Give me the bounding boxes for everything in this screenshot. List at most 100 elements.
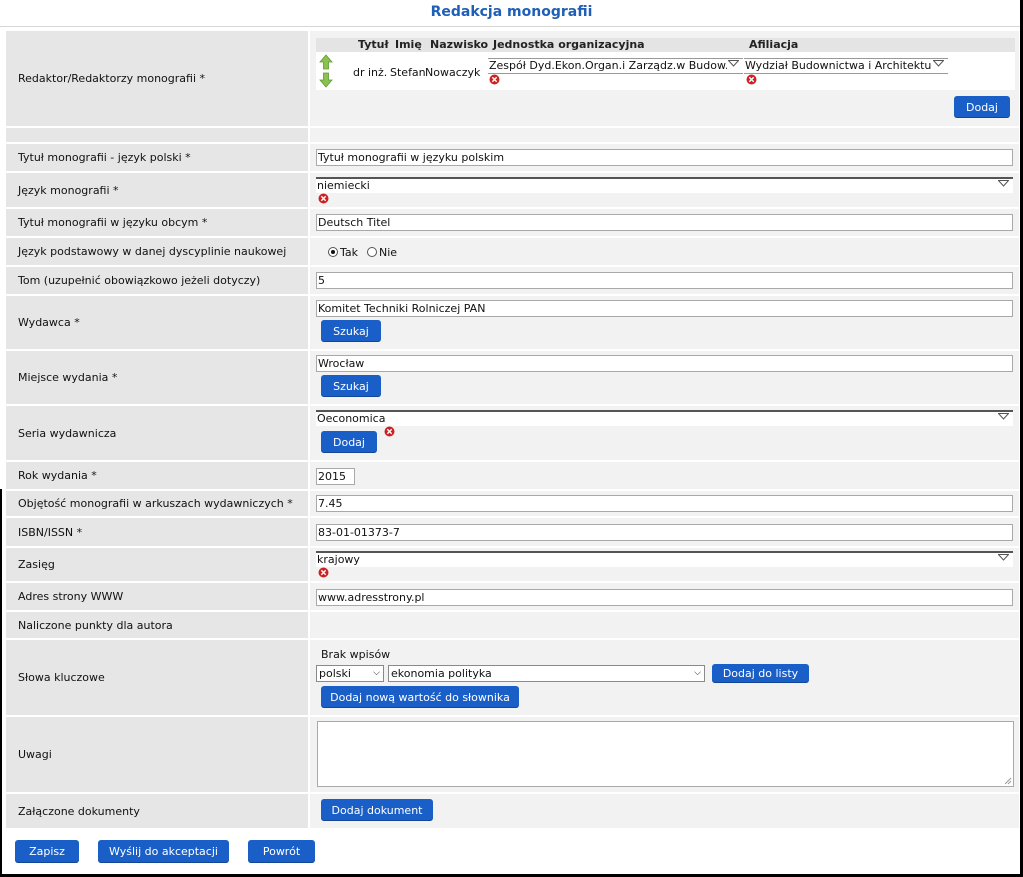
col-unit: Jednostka organizacyjna: [493, 38, 645, 51]
row-points: Naliczone punkty dla autora: [6, 612, 1019, 638]
notes-textarea[interactable]: [317, 721, 1014, 787]
row-scope: Zasięg krajowy: [6, 548, 1019, 581]
chevron-down-icon: ⌵: [694, 668, 701, 678]
send-for-approval-button[interactable]: Wyślij do akceptacji: [98, 840, 229, 863]
editor-last-name: Nowaczyk: [425, 66, 481, 79]
move-up-icon[interactable]: [319, 54, 333, 70]
value-cell: Tak Nie: [310, 238, 1019, 265]
language-value: niemiecki: [317, 179, 370, 192]
row-title-foreign: Tytuł monografii w języku obcym * Deutsc…: [6, 209, 1019, 236]
keyword-select[interactable]: ekonomia polityka ⌵: [388, 665, 705, 682]
language-select[interactable]: niemiecki: [316, 177, 1013, 193]
radio-yes[interactable]: [328, 247, 338, 257]
row-title-pl: Tytuł monografii - język polski * Tytuł …: [6, 144, 1019, 171]
label-attachments: Załączone dokumenty: [6, 794, 308, 828]
col-last-name: Nazwisko: [430, 38, 489, 51]
value-cell: Tytuł monografii w języku polskim: [310, 144, 1019, 171]
remove-unit-icon[interactable]: [489, 74, 500, 85]
volume-sheets-input[interactable]: 7.45: [316, 495, 1013, 512]
value-cell: krajowy: [310, 548, 1019, 581]
save-button[interactable]: Zapisz: [15, 840, 79, 863]
label-series: Seria wydawnicza: [6, 406, 308, 460]
label-publisher: Wydawca *: [6, 296, 308, 349]
row-isbn: ISBN/ISSN * 83-01-01373-7: [6, 518, 1019, 546]
label-volume: Tom (uzupełnić obowiązkowo jeżeli dotycz…: [6, 267, 308, 294]
col-title: Tytuł: [358, 38, 389, 51]
back-button[interactable]: Powrót: [248, 840, 315, 863]
search-publisher-button[interactable]: Szukaj: [321, 320, 381, 342]
title-divider: [0, 26, 1020, 27]
chevron-down-icon: [998, 554, 1009, 561]
value-cell: Komitet Techniki Rolniczej PAN Szukaj: [310, 296, 1019, 349]
editor-affiliation-value: Wydział Budownictwa i Architektury: [745, 59, 931, 72]
chevron-down-icon: [933, 60, 944, 67]
chevron-down-icon: [998, 180, 1009, 187]
editor-first-name: Stefan: [390, 66, 426, 79]
page-title: Redakcja monografii: [430, 4, 593, 20]
editor-affiliation-select[interactable]: Wydział Budownictwa i Architektury: [744, 58, 948, 74]
label-editors: Redaktor/Redaktorzy monografii *: [6, 31, 308, 126]
value-cell: Oeconomica Dodaj: [310, 406, 1019, 460]
volume-input[interactable]: 5: [316, 272, 1013, 289]
label-notes: Uwagi: [6, 717, 308, 792]
editor-title: dr inż.: [353, 66, 388, 79]
radio-no[interactable]: [367, 247, 377, 257]
remove-language-icon[interactable]: [318, 193, 329, 204]
scope-select[interactable]: krajowy: [316, 551, 1013, 567]
row-volume: Tom (uzupełnić obowiązkowo jeżeli dotycz…: [6, 267, 1019, 294]
title-pl-input[interactable]: Tytuł monografii w języku polskim: [316, 149, 1013, 166]
chevron-down-icon: [998, 413, 1009, 420]
year-input[interactable]: 2015: [316, 468, 355, 485]
series-select[interactable]: Oeconomica: [316, 410, 1013, 426]
value-cell: 7.45: [310, 491, 1019, 516]
title-foreign-input[interactable]: Deutsch Titel: [316, 214, 1013, 231]
label-isbn: ISBN/ISSN *: [6, 518, 308, 546]
label-language: Język monografii *: [6, 173, 308, 207]
row-series: Seria wydawnicza Oeconomica Dodaj: [6, 406, 1019, 460]
col-affiliation: Afiliacja: [749, 38, 799, 51]
value-cell: 83-01-01373-7: [310, 518, 1019, 546]
radio-no-label: Nie: [379, 246, 398, 259]
row-editors: Redaktor/Redaktorzy monografii * Tytuł I…: [6, 31, 1019, 126]
radio-yes-label: Tak: [340, 246, 359, 259]
label-points: Naliczone punkty dla autora: [6, 612, 308, 638]
remove-series-icon[interactable]: [384, 426, 395, 437]
label-base-language: Język podstawowy w danej dyscyplinie nau…: [6, 238, 308, 265]
editor-unit-select[interactable]: Zespół Dyd.Ekon.Organ.i Zarządz.w Budow.…: [488, 58, 743, 74]
keyword-language-select[interactable]: polski ⌵: [316, 665, 384, 682]
keyword-value: ekonomia polityka: [391, 667, 492, 680]
series-value: Oeconomica: [317, 412, 386, 425]
move-down-icon[interactable]: [319, 72, 333, 88]
value-cell: [310, 717, 1019, 792]
search-place-button[interactable]: Szukaj: [321, 375, 381, 397]
spacer-value: [310, 128, 1019, 142]
value-cell: 2015: [310, 462, 1019, 489]
value-cell: 5: [310, 267, 1019, 294]
remove-scope-icon[interactable]: [318, 567, 329, 578]
add-editor-button[interactable]: Dodaj: [954, 96, 1010, 118]
row-base-language: Język podstawowy w danej dyscyplinie nau…: [6, 238, 1019, 265]
www-input[interactable]: www.adresstrony.pl: [316, 589, 1013, 606]
add-document-button[interactable]: Dodaj dokument: [321, 799, 433, 821]
spacer-label: [6, 128, 308, 142]
publisher-input[interactable]: Komitet Techniki Rolniczej PAN: [316, 300, 1013, 317]
label-year: Rok wydania *: [6, 462, 308, 489]
points-value: [310, 612, 1019, 638]
place-input[interactable]: Wrocław: [316, 355, 1013, 372]
isbn-input[interactable]: 83-01-01373-7: [316, 524, 1013, 541]
add-dictionary-value-button[interactable]: Dodaj nową wartość do słownika: [321, 686, 519, 708]
chevron-down-icon: ⌵: [373, 668, 380, 678]
row-publisher: Wydawca * Komitet Techniki Rolniczej PAN…: [6, 296, 1019, 349]
scope-value: krajowy: [317, 553, 360, 566]
add-series-button[interactable]: Dodaj: [321, 431, 377, 453]
label-scope: Zasięg: [6, 548, 308, 581]
row-notes: Uwagi: [6, 717, 1019, 792]
add-to-list-button[interactable]: Dodaj do listy: [712, 664, 809, 683]
label-title-foreign: Tytuł monografii w języku obcym *: [6, 209, 308, 236]
resize-handle-icon[interactable]: [1004, 777, 1012, 785]
label-keywords: Słowa kluczowe: [6, 640, 308, 715]
label-www: Adres strony WWW: [6, 583, 308, 610]
value-cell: www.adresstrony.pl: [310, 583, 1019, 610]
remove-affiliation-icon[interactable]: [746, 74, 757, 85]
keyword-language-value: polski: [319, 667, 351, 680]
